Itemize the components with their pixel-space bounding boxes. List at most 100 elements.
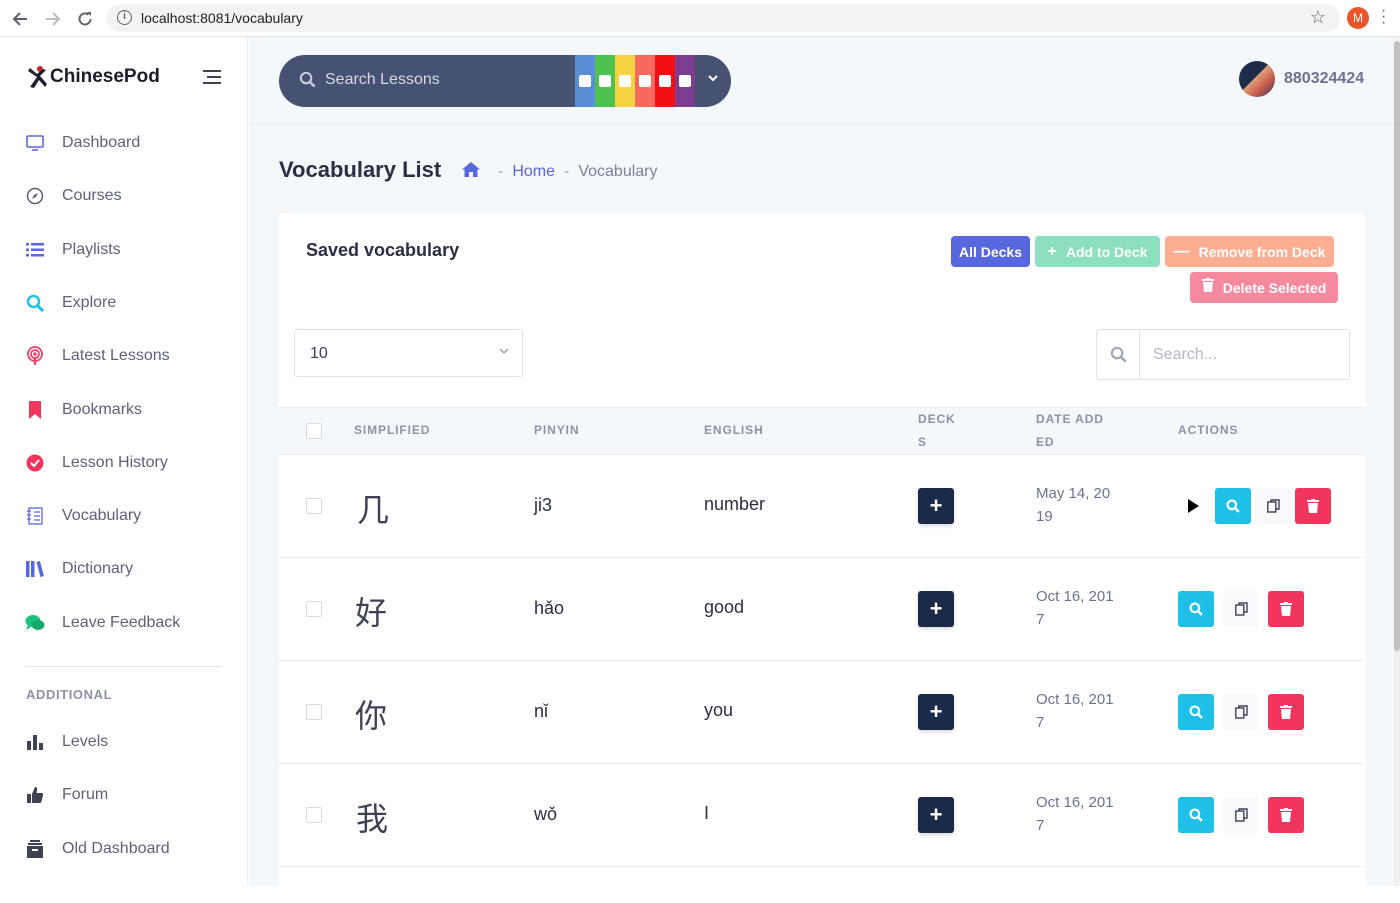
- breadcrumb-separator: -: [564, 163, 570, 180]
- table-row[interactable]: 几 ji3 number + May 14, 20 19: [279, 455, 1365, 558]
- delete-row-button[interactable]: [1268, 694, 1304, 730]
- search-word-button[interactable]: [1178, 797, 1214, 833]
- breadcrumb-home-link[interactable]: Home: [512, 163, 555, 181]
- sidebar-divider: [26, 666, 221, 667]
- play-audio-button[interactable]: [1175, 488, 1211, 524]
- row-checkbox[interactable]: [306, 498, 322, 514]
- level-toggle[interactable]: [615, 55, 635, 107]
- page-title: Vocabulary List: [279, 157, 442, 182]
- level-toggle[interactable]: [575, 55, 595, 107]
- more-menu-icon[interactable]: · · ·: [1381, 3, 1386, 31]
- avatar[interactable]: [1239, 61, 1275, 97]
- sidebar-item-lesson-history[interactable]: Lesson History: [25, 451, 168, 475]
- column-header-pinyin[interactable]: PINYIN: [534, 419, 579, 442]
- remove-from-deck-button[interactable]: — Remove from Deck: [1165, 236, 1334, 267]
- level-toggle[interactable]: [635, 55, 655, 107]
- row-checkbox[interactable]: [306, 601, 322, 617]
- archive-icon: [25, 839, 45, 859]
- lesson-search-bar[interactable]: Search Lessons: [279, 55, 731, 107]
- copy-button[interactable]: [1223, 797, 1259, 833]
- copy-button[interactable]: [1223, 694, 1259, 730]
- sidebar-item-leave-feedback[interactable]: Leave Feedback: [25, 611, 180, 635]
- info-icon[interactable]: i: [117, 10, 132, 25]
- sidebar-item-latest-lessons[interactable]: Latest Lessons: [25, 344, 170, 368]
- back-arrow-icon[interactable]: [9, 8, 31, 30]
- pinyin-cell: ji3: [534, 495, 553, 515]
- delete-row-button[interactable]: [1295, 488, 1331, 524]
- level-toggle[interactable]: [595, 55, 615, 107]
- copy-button[interactable]: [1223, 591, 1259, 627]
- delete-row-button[interactable]: [1268, 797, 1304, 833]
- row-checkbox[interactable]: [306, 704, 322, 720]
- pinyin-cell: wǒ: [534, 804, 558, 824]
- logo[interactable]: ChinesePod: [26, 65, 160, 89]
- add-to-deck-row-button[interactable]: +: [918, 694, 954, 730]
- page-scrollbar[interactable]: [1394, 37, 1400, 886]
- sidebar-item-label: Dashboard: [62, 134, 141, 151]
- sidebar-item-forum[interactable]: Forum: [25, 783, 108, 807]
- date-added-cell: Oct 16, 201 7: [1036, 688, 1116, 734]
- sidebar-item-bookmarks[interactable]: Bookmarks: [25, 398, 142, 422]
- copy-button[interactable]: [1255, 488, 1291, 524]
- table-search[interactable]: Search...: [1096, 329, 1350, 380]
- sidebar-item-dashboard[interactable]: Dashboard: [25, 131, 140, 155]
- date-line2: 7: [1036, 817, 1045, 834]
- search-word-button[interactable]: [1178, 694, 1214, 730]
- search-word-button[interactable]: [1215, 488, 1251, 524]
- level-toggle[interactable]: [655, 55, 675, 107]
- sidebar-item-playlists[interactable]: Playlists: [25, 238, 121, 262]
- add-to-deck-row-button[interactable]: +: [918, 488, 954, 524]
- sidebar-item-explore[interactable]: Explore: [25, 291, 116, 315]
- search-icon: [1097, 330, 1140, 379]
- select-all-checkbox[interactable]: [306, 423, 322, 439]
- sidebar-item-label: Leave Feedback: [62, 614, 181, 631]
- thumbs-up-icon: [25, 785, 45, 805]
- star-icon[interactable]: ☆: [1310, 7, 1326, 28]
- sidebar-item-old-dashboard[interactable]: Old Dashboard: [25, 837, 170, 861]
- column-header-decks[interactable]: DECK S: [918, 408, 956, 454]
- page-size-value: 10: [310, 345, 328, 362]
- level-filter[interactable]: [575, 55, 695, 107]
- search-word-button[interactable]: [1178, 591, 1214, 627]
- sidebar-item-vocabulary[interactable]: Vocabulary: [25, 504, 141, 528]
- podcast-icon: [25, 346, 45, 366]
- profile-avatar[interactable]: M: [1347, 7, 1369, 29]
- all-decks-button[interactable]: All Decks: [951, 236, 1030, 267]
- table-row[interactable]: 你 nǐ you + Oct 16, 201 7: [279, 661, 1365, 764]
- sidebar-item-dictionary[interactable]: Dictionary: [25, 557, 133, 581]
- address-bar[interactable]: i localhost:8081/vocabulary ☆: [107, 4, 1340, 32]
- user-menu[interactable]: 880324424: [1239, 61, 1364, 97]
- table-row[interactable]: 好 hǎo good + Oct 16, 201 7: [279, 558, 1365, 661]
- username[interactable]: 880324424: [1284, 70, 1364, 88]
- table-row[interactable]: 我 wǒ I + Oct 16, 201 7: [279, 764, 1365, 867]
- reload-icon[interactable]: [74, 8, 96, 30]
- home-icon[interactable]: [462, 162, 480, 182]
- delete-selected-button[interactable]: Delete Selected: [1190, 272, 1338, 303]
- trash-icon: [1201, 278, 1214, 297]
- sidebar-item-courses[interactable]: Courses: [25, 184, 122, 208]
- table-search-input[interactable]: Search...: [1153, 346, 1217, 364]
- check-circle-icon: [25, 453, 45, 473]
- column-header-english[interactable]: ENGLISH: [704, 419, 764, 442]
- chevron-down-icon[interactable]: [707, 72, 719, 87]
- menu-toggle-icon[interactable]: [203, 70, 221, 88]
- date-line2: 7: [1036, 611, 1045, 628]
- browser-toolbar: i localhost:8081/vocabulary ☆ M · · ·: [0, 0, 1400, 37]
- add-to-deck-row-button[interactable]: +: [918, 591, 954, 627]
- search-lessons-placeholder[interactable]: Search Lessons: [325, 71, 440, 89]
- scrollbar-thumb[interactable]: [1394, 41, 1400, 651]
- row-checkbox[interactable]: [306, 807, 322, 823]
- delete-row-button[interactable]: [1268, 591, 1304, 627]
- level-toggle[interactable]: [675, 55, 695, 107]
- sidebar-item-levels[interactable]: Levels: [25, 730, 108, 754]
- column-header-date-line2: ED: [1036, 435, 1055, 449]
- card-title: Saved vocabulary: [306, 240, 460, 260]
- forward-arrow-icon[interactable]: [42, 8, 64, 30]
- url-text[interactable]: localhost:8081/vocabulary: [141, 10, 303, 26]
- add-to-deck-button[interactable]: + Add to Deck: [1035, 236, 1160, 267]
- page-size-select[interactable]: 10: [294, 329, 523, 377]
- column-header-simplified[interactable]: SIMPLIFIED: [354, 419, 430, 442]
- date-line1: May 14, 20: [1036, 485, 1111, 502]
- column-header-date-added[interactable]: DATE ADD ED: [1036, 408, 1104, 454]
- add-to-deck-row-button[interactable]: +: [918, 797, 954, 833]
